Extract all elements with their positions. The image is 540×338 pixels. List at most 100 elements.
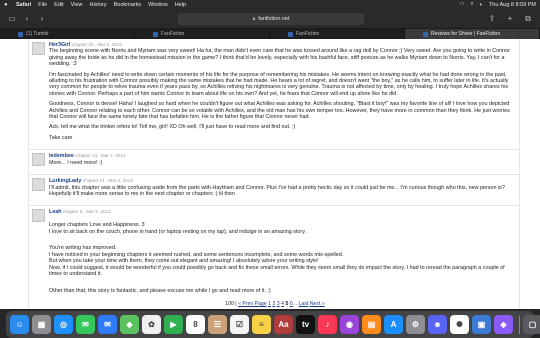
tab-label: FanFiction <box>296 31 320 37</box>
review-meta: chapter 14 . Mar 2, 2013 <box>75 153 126 159</box>
review-body: Longer chapters Love and Happiness. 3 I … <box>49 216 513 305</box>
forward-icon[interactable]: › <box>36 13 48 25</box>
last-page-link[interactable]: Last <box>299 301 309 307</box>
settings-icon[interactable]: ⚙ <box>406 315 425 334</box>
sidebar-icon[interactable]: ▭ <box>6 13 18 25</box>
review-body: The beginning scene with Norris and Myri… <box>49 48 513 141</box>
music-icon[interactable]: ♪ <box>318 315 337 334</box>
finder-icon[interactable]: ☺ <box>10 315 29 334</box>
menu-file[interactable]: File <box>38 2 47 8</box>
next-page-link[interactable]: Next » <box>310 301 325 307</box>
discord-icon[interactable]: ☻ <box>428 315 447 334</box>
fanfiction-icon <box>288 31 293 37</box>
status-area: ◠ ⌕ ◐ Thu Aug 8 8:59 PM <box>454 1 536 8</box>
books-icon[interactable]: ▤ <box>362 315 381 334</box>
review-paragraph: More... I need more! :) <box>49 159 103 166</box>
review-paragraph: You're writing has improved. I have noti… <box>49 245 505 277</box>
menu-edit[interactable]: Edit <box>54 2 63 8</box>
review-meta: chapter 5 . Mar 2, 2013 <box>63 209 111 215</box>
tab-label: FanFiction <box>161 31 185 37</box>
review-paragraph: I'll admit, this chapter was a little co… <box>49 184 505 197</box>
wifi-icon[interactable]: ◠ <box>460 2 465 8</box>
tab-label: Reviews for Shiver | FanFiction <box>431 31 501 37</box>
reminders-icon[interactable]: ☑ <box>230 315 249 334</box>
mail-icon[interactable]: ✉ <box>98 315 117 334</box>
maps-icon[interactable]: ◆ <box>120 315 139 334</box>
review-meta: chapter 14 . Mar 2, 2013 <box>82 178 133 184</box>
browser-toolbar: ▭ ‹ › 🔒︎ fanfiction.net ⇪ + ⧉ <box>0 9 540 29</box>
prev-page-link[interactable]: « Prev Page <box>238 301 267 307</box>
search-icon[interactable]: ⌕ <box>470 1 473 8</box>
new-tab-icon[interactable]: + <box>504 13 516 25</box>
screen: ● Safari File Edit View History Bookmark… <box>0 0 540 338</box>
pagination: 100 | « Prev Page 1 2 3 4 5 6 .. Last Ne… <box>29 301 521 309</box>
review-count: 100 <box>225 301 234 307</box>
menu-help[interactable]: Help <box>175 2 186 8</box>
tab-fanfiction-2[interactable]: FanFiction <box>270 29 405 39</box>
tumblr-icon <box>18 31 23 37</box>
contacts-icon[interactable]: ☰ <box>208 315 227 334</box>
review-item: ledembee chapter 14 . Mar 2, 2013 More..… <box>29 150 519 176</box>
fanfiction-icon <box>153 31 158 37</box>
url-text: fanfiction.net <box>258 16 290 22</box>
reviewer-name[interactable]: Leah <box>49 209 62 215</box>
page-link[interactable]: 4 <box>281 301 284 307</box>
review-paragraph: Other than that; this story is fantastic… <box>49 287 271 294</box>
dictionary-icon[interactable]: Aa <box>274 315 293 334</box>
review-paragraph: The beginning scene with Norris and Myri… <box>49 48 510 68</box>
menu-view[interactable]: View <box>71 2 83 8</box>
appstore-icon[interactable]: A <box>384 315 403 334</box>
messenger-icon[interactable]: ◈ <box>494 315 513 334</box>
tab-label: (1) Tumblr <box>26 31 49 37</box>
notes-icon[interactable]: ≡ <box>252 315 271 334</box>
review-body: I'll admit, this chapter was a little co… <box>49 185 513 198</box>
appletv-icon[interactable]: tv <box>296 315 315 334</box>
menu-bookmarks[interactable]: Bookmarks <box>114 2 142 8</box>
facetime-icon[interactable]: ▶ <box>164 315 183 334</box>
tab-overview-icon[interactable]: ⧉ <box>522 13 534 25</box>
review-body: More... I need more! :) <box>49 160 513 166</box>
back-icon[interactable]: ‹ <box>21 13 33 25</box>
photos-icon[interactable]: ✿ <box>142 315 161 334</box>
reviewer-name[interactable]: Her3Girl <box>49 42 70 48</box>
menu-history[interactable]: History <box>89 2 106 8</box>
menu-bar: ● Safari File Edit View History Bookmark… <box>0 0 540 9</box>
chatgpt-icon[interactable]: ✺ <box>450 315 469 334</box>
avatar <box>32 153 45 167</box>
fanfiction-icon <box>423 31 428 37</box>
page-link[interactable]: 1 <box>268 301 271 307</box>
menu-safari[interactable]: Safari <box>16 2 31 8</box>
reviewer-name[interactable]: ledembee <box>49 153 74 159</box>
review-paragraph: Take care <box>49 134 73 141</box>
reviews-list: Her3Girl chapter 15 . Mar 6, 2013 The be… <box>28 39 520 309</box>
review-meta: chapter 15 . Mar 6, 2013 <box>71 42 122 47</box>
page-link[interactable]: 2 <box>272 301 275 307</box>
page-link[interactable]: 3 <box>277 301 280 307</box>
safari-icon[interactable]: ◎ <box>54 315 73 334</box>
tab-reviews[interactable]: Reviews for Shiver | FanFiction <box>405 29 540 39</box>
tab-tumblr[interactable]: (1) Tumblr <box>0 29 135 39</box>
preview-icon[interactable]: ▣ <box>472 315 491 334</box>
messages-icon[interactable]: ✉ <box>76 315 95 334</box>
current-page: 5 <box>285 301 289 307</box>
control-center-icon[interactable]: ◐ <box>480 2 483 8</box>
share-icon[interactable]: ⇪ <box>486 13 498 25</box>
avatar <box>32 209 45 223</box>
dock-separator <box>519 315 520 334</box>
calendar-icon[interactable]: 8 <box>186 315 205 334</box>
review-paragraph: Goodness, Connor is dense! Haha! I laugh… <box>49 101 510 121</box>
menu-window[interactable]: Window <box>148 2 168 8</box>
screenshots-icon[interactable]: ▢ <box>523 315 540 334</box>
avatar <box>32 42 45 55</box>
reviewer-name[interactable]: LurkingLady <box>49 178 81 184</box>
review-item: LurkingLady chapter 14 . Mar 2, 2013 I'l… <box>29 175 519 207</box>
apple-icon[interactable]: ● <box>4 2 10 8</box>
pager-ellipsis: .. <box>294 301 298 307</box>
podcasts-icon[interactable]: ◉ <box>340 315 359 334</box>
address-bar[interactable]: 🔒︎ fanfiction.net <box>178 13 364 25</box>
clock[interactable]: Thu Aug 8 8:59 PM <box>489 2 536 8</box>
launchpad-icon[interactable]: ▦ <box>32 315 51 334</box>
page-link[interactable]: 6 <box>290 301 293 307</box>
tab-fanfiction-1[interactable]: FanFiction <box>135 29 270 39</box>
web-page: Her3Girl chapter 15 . Mar 6, 2013 The be… <box>0 39 540 309</box>
